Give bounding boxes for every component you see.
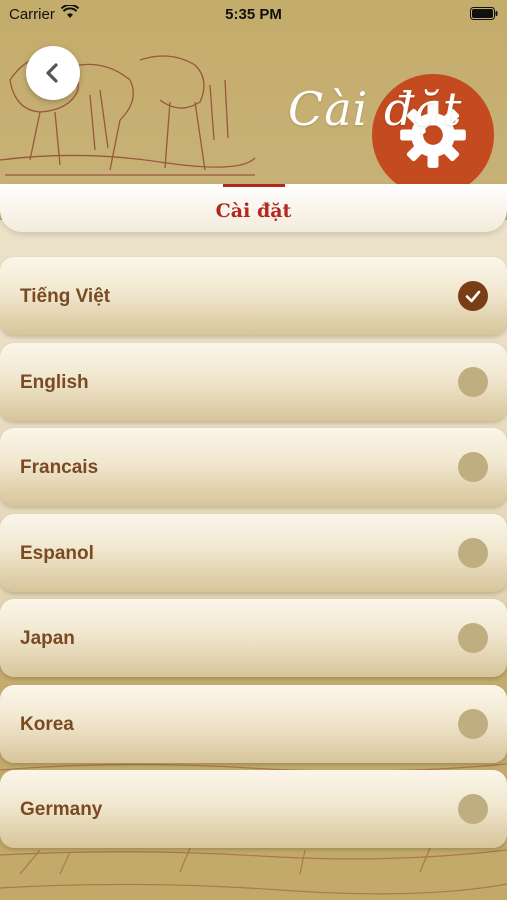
language-label: Espanol bbox=[20, 543, 94, 564]
status-bar: Carrier 5:35 PM bbox=[0, 0, 507, 28]
language-option-english[interactable]: English bbox=[0, 343, 507, 421]
language-option-french[interactable]: Francais bbox=[0, 428, 507, 506]
language-label: Korea bbox=[20, 714, 74, 735]
radio-unselected-icon[interactable] bbox=[458, 623, 488, 653]
radio-unselected-icon[interactable] bbox=[458, 452, 488, 482]
language-option-japanese[interactable]: Japan bbox=[0, 599, 507, 677]
language-option-korean[interactable]: Korea bbox=[0, 685, 507, 763]
radio-unselected-icon[interactable] bbox=[458, 367, 488, 397]
checkmark-icon[interactable] bbox=[458, 281, 488, 311]
page-title: Cài đặt bbox=[288, 82, 463, 136]
tab-bar: Cài đặt bbox=[0, 184, 507, 232]
language-label: Germany bbox=[20, 799, 103, 820]
battery-icon bbox=[470, 7, 498, 20]
language-option-german[interactable]: Germany bbox=[0, 770, 507, 848]
language-option-vietnamese[interactable]: Tiếng Việt bbox=[0, 257, 507, 335]
radio-unselected-icon[interactable] bbox=[458, 538, 488, 568]
language-label: English bbox=[20, 372, 89, 393]
tab-settings[interactable]: Cài đặt bbox=[0, 200, 507, 222]
language-label: Tiếng Việt bbox=[20, 286, 111, 307]
tab-active-indicator bbox=[223, 184, 285, 187]
language-label: Japan bbox=[20, 628, 75, 649]
radio-unselected-icon[interactable] bbox=[458, 709, 488, 739]
chevron-left-icon bbox=[46, 63, 58, 83]
radio-unselected-icon[interactable] bbox=[458, 794, 488, 824]
back-button[interactable] bbox=[26, 46, 80, 100]
language-option-spanish[interactable]: Espanol bbox=[0, 514, 507, 592]
header: Cài đặt bbox=[0, 0, 507, 190]
status-time: 5:35 PM bbox=[225, 6, 282, 23]
language-label: Francais bbox=[20, 457, 99, 478]
